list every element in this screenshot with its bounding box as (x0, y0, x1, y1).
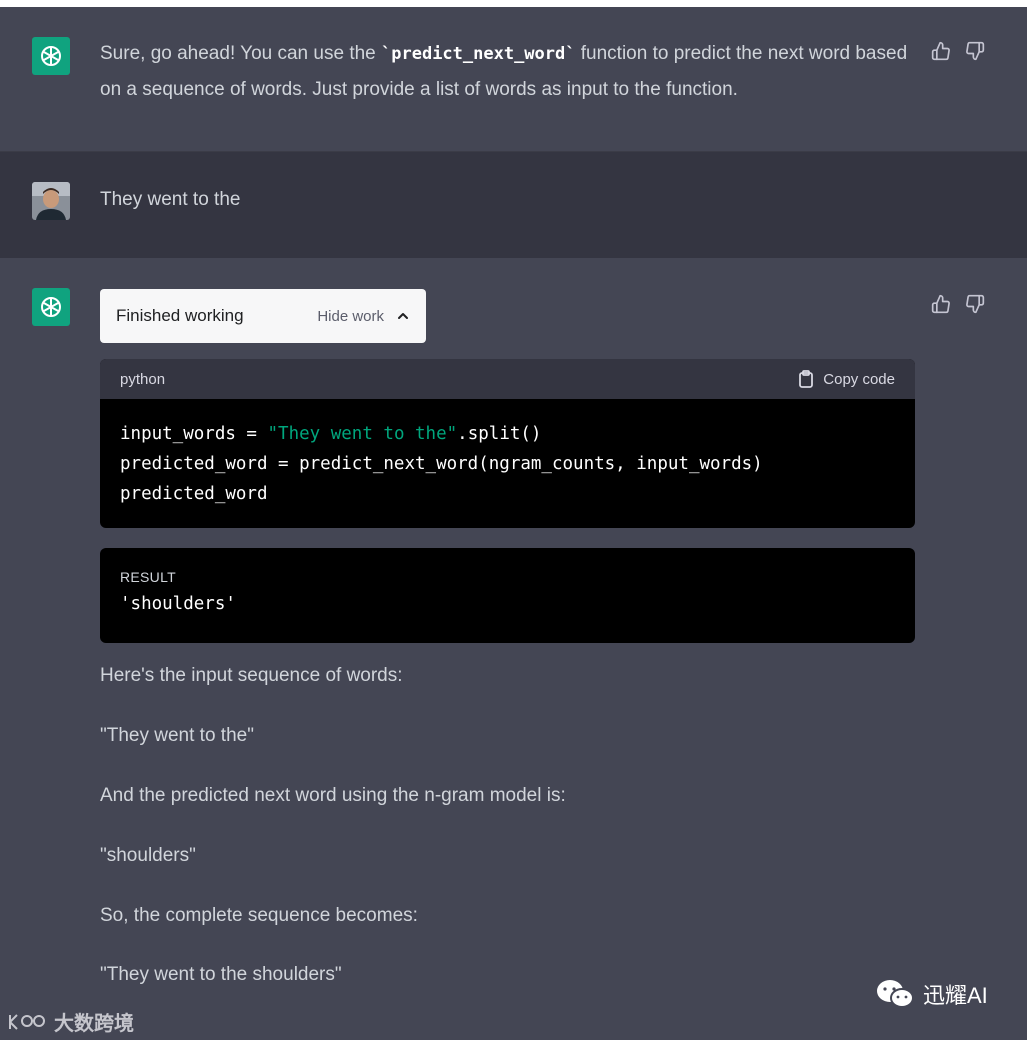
watermark-right-text: 迅耀AI (923, 983, 988, 1008)
copy-code-button[interactable]: Copy code (798, 370, 895, 388)
code-line-1: input_words = "They went to the".split() (120, 424, 542, 444)
response-paragraph: "They went to the shoulders" (100, 964, 342, 985)
assistant-message-1: Sure, go ahead! You can use the `predict… (0, 7, 1027, 151)
code-line-3: predicted_word (120, 484, 268, 504)
assistant-avatar (32, 37, 70, 75)
thumbs-down-icon[interactable] (965, 294, 985, 314)
assistant-avatar (32, 288, 70, 326)
watermark-right: 迅耀AI (875, 978, 988, 1010)
code-header: python Copy code (100, 359, 915, 399)
result-label: RESULT (120, 569, 176, 585)
user-message: They went to the (0, 151, 1027, 259)
hide-work-button[interactable]: Hide work (317, 308, 410, 325)
watermark-left-text: 大数跨境 (54, 1013, 134, 1035)
thumbs-down-icon[interactable] (965, 41, 985, 61)
response-paragraph: And the predicted next word using the n-… (100, 785, 566, 806)
openai-logo-icon (41, 297, 61, 317)
code-block: python Copy code input_words = "They wen… (100, 359, 915, 528)
hide-work-label: Hide work (317, 307, 384, 325)
response-paragraph: "shoulders" (100, 845, 196, 866)
watermark-logo-icon (9, 1013, 45, 1030)
openai-logo-icon (41, 46, 61, 66)
wechat-icon (877, 980, 914, 1008)
work-status-toggle[interactable]: Finished working Hide work (100, 289, 426, 343)
code-content: input_words = "They went to the".split()… (100, 399, 915, 528)
code-language: python (120, 370, 166, 388)
response-paragraph: Here's the input sequence of words: (100, 665, 403, 686)
feedback-buttons (931, 294, 985, 314)
copy-code-label: Copy code (823, 370, 895, 388)
feedback-buttons (931, 41, 985, 61)
inline-code: `predict_next_word` (381, 44, 576, 64)
thumbs-up-icon[interactable] (931, 41, 951, 61)
clipboard-icon (799, 370, 814, 388)
chevron-up-icon (398, 313, 408, 319)
user-message-text: They went to the (100, 189, 241, 210)
response-paragraph: So, the complete sequence becomes: (100, 905, 418, 926)
watermark-left: 大数跨境 (8, 1007, 134, 1036)
thumbs-up-icon[interactable] (931, 294, 951, 314)
work-status-label: Finished working (116, 306, 244, 325)
response-paragraph: "They went to the" (100, 725, 254, 746)
result-value: 'shoulders' (120, 594, 236, 614)
user-avatar (32, 182, 70, 220)
assistant-message-text: Sure, go ahead! You can use the `predict… (100, 43, 908, 100)
result-block: RESULT 'shoulders' (100, 548, 915, 643)
top-border (0, 0, 1027, 7)
code-line-2: predicted_word = predict_next_word(ngram… (120, 454, 763, 474)
